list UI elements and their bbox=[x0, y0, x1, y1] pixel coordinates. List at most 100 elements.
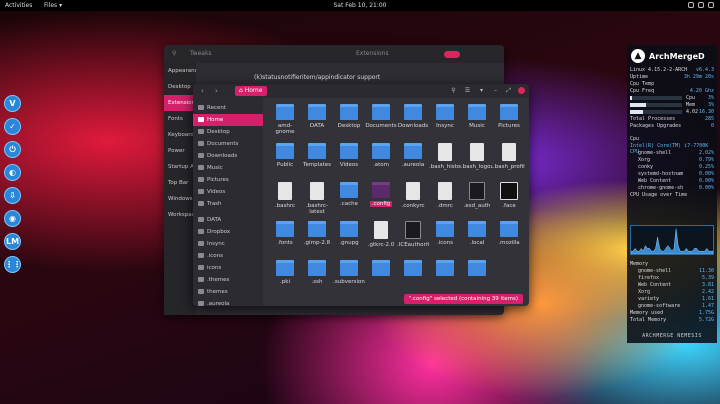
tweaks-sidebar-item[interactable]: Workspace bbox=[164, 207, 196, 223]
sidebar-item[interactable]: .icons bbox=[193, 250, 263, 262]
item-label: amd-gnome bbox=[275, 123, 295, 135]
tweaks-sidebar-item[interactable]: Top Bar bbox=[164, 175, 196, 191]
folder-item[interactable]: amd-gnome bbox=[269, 102, 301, 141]
stat-row: Total Processes 285 bbox=[630, 116, 714, 122]
file-item[interactable]: .bashrc bbox=[269, 180, 301, 219]
sidebar-item[interactable]: themes bbox=[193, 286, 263, 298]
sidebar-item[interactable]: icons bbox=[193, 262, 263, 274]
folder-item[interactable]: DATA bbox=[301, 102, 333, 141]
item-label: Insync bbox=[436, 123, 454, 129]
folder-item[interactable]: .local bbox=[461, 219, 493, 258]
file-item[interactable]: .gtkrc-2.0 bbox=[365, 219, 397, 258]
folder-item[interactable]: Insync bbox=[429, 102, 461, 141]
breadcrumb-home[interactable]: ⌂ Home bbox=[235, 86, 268, 96]
forward-button[interactable]: › bbox=[215, 87, 218, 95]
folder-item[interactable] bbox=[429, 258, 461, 297]
item-label: Templates bbox=[303, 162, 331, 168]
dock-item-grid[interactable]: ⋮⋮ bbox=[4, 256, 21, 273]
dock-item-power[interactable]: ⏻ bbox=[4, 141, 21, 158]
maximize-icon[interactable]: ⤢ bbox=[504, 86, 513, 95]
folder-item[interactable]: .atom bbox=[365, 141, 397, 180]
tweaks-sidebar-item[interactable]: Keyboard bbox=[164, 127, 196, 143]
file-item[interactable]: .dmrc bbox=[429, 180, 461, 219]
folder-item[interactable]: .pki bbox=[269, 258, 301, 297]
minimize-icon[interactable]: – bbox=[491, 86, 500, 95]
folder-item[interactable]: Videos bbox=[333, 141, 365, 180]
tweaks-sidebar-item[interactable]: Extensions bbox=[164, 95, 196, 111]
sidebar-item[interactable]: Downloads bbox=[193, 150, 263, 162]
sidebar-item[interactable]: DATA bbox=[193, 214, 263, 226]
kernel-row: Linux 4.15.2-2-ARCH v6.4.3 bbox=[630, 67, 714, 73]
folder-item[interactable]: Templates bbox=[301, 141, 333, 180]
sidebar-item[interactable]: Videos bbox=[193, 186, 263, 198]
tweaks-sidebar-item[interactable]: Desktop bbox=[164, 79, 196, 95]
sidebar-item[interactable]: .aureola bbox=[193, 298, 263, 306]
list-view-icon[interactable]: ☰ bbox=[463, 86, 472, 95]
file-item[interactable]: .bash_history bbox=[429, 141, 461, 180]
folder-item[interactable]: .icons bbox=[429, 219, 461, 258]
folder-item[interactable]: .cache bbox=[333, 180, 365, 219]
sidebar-item[interactable]: Trash bbox=[193, 198, 263, 210]
dock-item-shield[interactable]: ✓ bbox=[4, 118, 21, 135]
tweaks-sidebar-item[interactable]: Windows bbox=[164, 191, 196, 207]
folder-item[interactable]: Documents bbox=[365, 102, 397, 141]
file-item[interactable]: .bash_logout bbox=[461, 141, 493, 180]
folder-item[interactable]: Public bbox=[269, 141, 301, 180]
sidebar-item[interactable]: Pictures bbox=[193, 174, 263, 186]
dock-item-app[interactable]: ◐ bbox=[4, 164, 21, 181]
sidebar-item[interactable]: .themes bbox=[193, 274, 263, 286]
folder-item[interactable]: .ssh bbox=[301, 258, 333, 297]
system-tray[interactable] bbox=[688, 2, 714, 8]
folder-item[interactable] bbox=[365, 258, 397, 297]
extensions-toggle[interactable] bbox=[444, 51, 460, 58]
folder-item[interactable]: .aureola bbox=[397, 141, 429, 180]
menu-chevron-icon[interactable]: ▾ bbox=[477, 86, 486, 95]
folder-icon bbox=[340, 143, 358, 159]
memory-process-row-value: 3.81 bbox=[701, 282, 714, 288]
extension-row[interactable]: (k)statusnotifieritem/appindicator suppo… bbox=[254, 74, 380, 81]
file-item[interactable]: .esd_auth bbox=[461, 180, 493, 219]
folder-item[interactable]: Downloads bbox=[397, 102, 429, 141]
clock[interactable]: Sat Feb 10, 21:00 bbox=[0, 0, 720, 11]
folder-item[interactable]: Music bbox=[461, 102, 493, 141]
dock-item-download[interactable]: ⇩ bbox=[4, 187, 21, 204]
file-item[interactable]: .ICEauthority bbox=[397, 219, 429, 258]
folder-item[interactable]: .gnupg bbox=[333, 219, 365, 258]
tweaks-sidebar-item[interactable]: Startup Ap bbox=[164, 159, 196, 175]
file-item[interactable]: .conkyrc bbox=[397, 180, 429, 219]
dock-item-v[interactable]: V bbox=[4, 95, 21, 112]
back-button[interactable]: ‹ bbox=[201, 87, 204, 95]
folder-item[interactable] bbox=[461, 258, 493, 297]
sidebar-item[interactable]: Recent bbox=[193, 102, 263, 114]
kernel-row-value: v6.4.3 bbox=[695, 67, 714, 73]
folder-item[interactable]: .config bbox=[365, 180, 397, 219]
sidebar-item[interactable]: Insync bbox=[193, 238, 263, 250]
folder-item[interactable]: .subversion bbox=[333, 258, 365, 297]
dock-item-toggle[interactable]: ◉ bbox=[4, 210, 21, 227]
close-button[interactable] bbox=[518, 87, 525, 94]
file-item[interactable]: .face bbox=[493, 180, 525, 219]
files-window[interactable]: ‹ › ⌂ Home ⚲ ☰ ▾ – ⤢ Recent Home Desktop Do… bbox=[193, 84, 529, 306]
tweaks-sidebar-item[interactable]: Fonts bbox=[164, 111, 196, 127]
sidebar-item[interactable]: Documents bbox=[193, 138, 263, 150]
folder-item[interactable]: .gimp-2.8 bbox=[301, 219, 333, 258]
tweaks-sidebar-item[interactable]: Power bbox=[164, 143, 196, 159]
sidebar-item[interactable]: Dropbox bbox=[193, 226, 263, 238]
sidebar-item[interactable]: Desktop bbox=[193, 126, 263, 138]
sidebar-item[interactable]: Home bbox=[193, 114, 263, 126]
item-label: Desktop bbox=[337, 123, 361, 129]
folder-item[interactable] bbox=[397, 258, 429, 297]
dock-item-lm[interactable]: LM bbox=[4, 233, 21, 250]
file-item[interactable]: .bash_profile bbox=[493, 141, 525, 180]
search-icon[interactable]: ⚲ bbox=[172, 45, 176, 63]
folder-item[interactable]: .fonts bbox=[269, 219, 301, 258]
folder-item[interactable]: Desktop bbox=[333, 102, 365, 141]
tweaks-sidebar-item[interactable]: Appearance bbox=[164, 63, 196, 79]
search-icon[interactable]: ⚲ bbox=[449, 86, 458, 95]
folder-icon bbox=[276, 104, 294, 120]
file-item[interactable]: .bashrc-latest bbox=[301, 180, 333, 219]
folder-item[interactable]: .mozilla bbox=[493, 219, 525, 258]
folder-item[interactable]: Pictures bbox=[493, 102, 525, 141]
cpu-graph-title: CPU Usage over Time bbox=[630, 192, 688, 198]
sidebar-item[interactable]: Music bbox=[193, 162, 263, 174]
